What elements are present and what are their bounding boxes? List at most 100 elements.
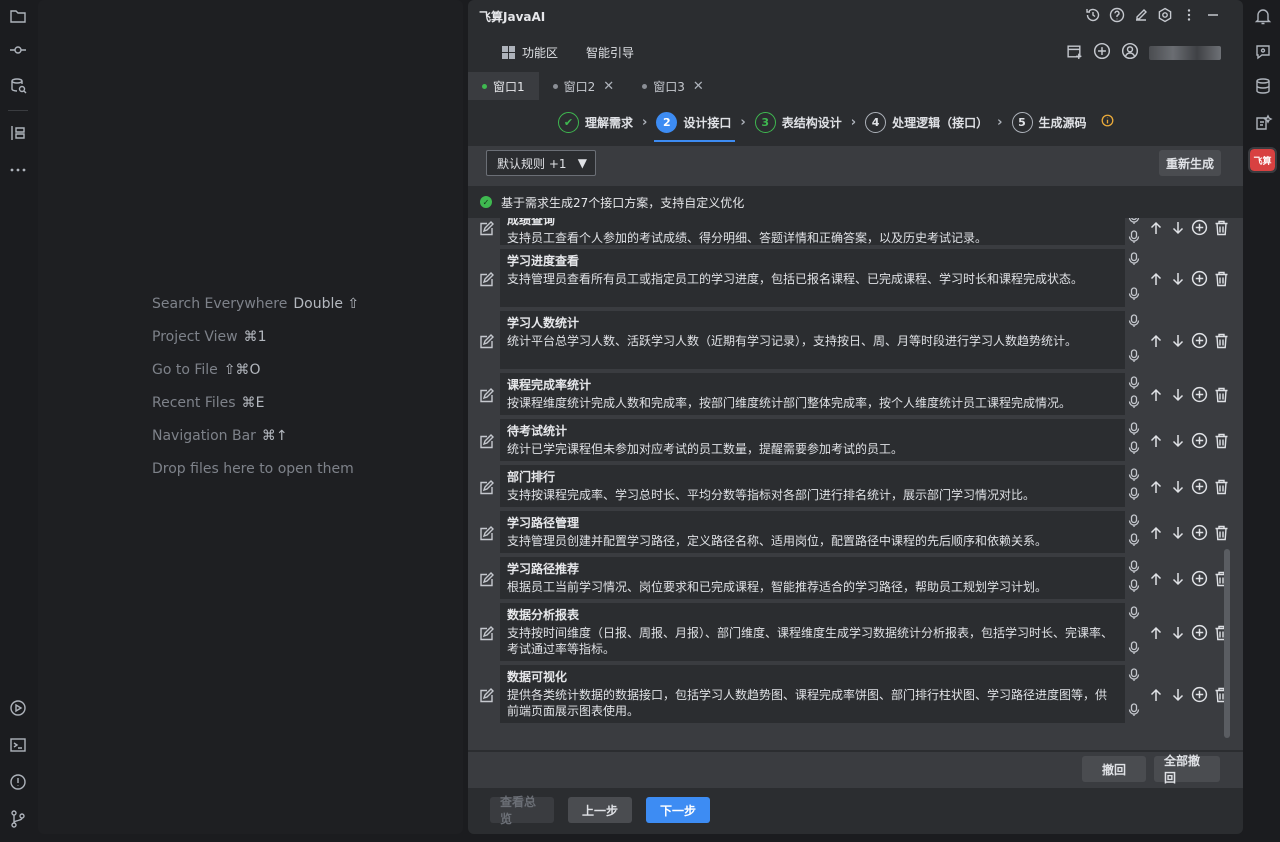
arrow-down-icon[interactable] — [1169, 624, 1186, 641]
microphone-icon[interactable] — [1128, 218, 1142, 229]
hint-navigation-bar[interactable]: Navigation Bar ⌘↑ — [152, 428, 288, 444]
microphone-icon[interactable] — [1128, 467, 1142, 486]
more-icon[interactable] — [8, 160, 28, 180]
notifications-icon[interactable] — [1253, 6, 1273, 26]
menu-features[interactable]: 功能区 — [502, 44, 558, 61]
arrow-down-icon[interactable] — [1169, 478, 1186, 495]
edit-item-icon[interactable] — [478, 221, 494, 237]
api-item-card[interactable]: 成绩查询 支持员工查看个人参加的考试成绩、得分明细、答题详情和正确答案，以及历史考… — [500, 218, 1125, 245]
arrow-down-icon[interactable] — [1169, 386, 1186, 403]
edit-item-icon[interactable] — [478, 526, 494, 542]
trash-icon[interactable] — [1213, 332, 1230, 349]
step-understand[interactable]: ✔ 理解需求 — [558, 108, 633, 136]
trash-icon[interactable] — [1213, 386, 1230, 403]
menu-guide[interactable]: 智能引导 — [586, 44, 634, 61]
scrollbar[interactable] — [1224, 549, 1230, 738]
microphone-icon[interactable] — [1128, 251, 1142, 270]
microphone-icon[interactable] — [1128, 286, 1142, 305]
help-icon[interactable] — [1108, 6, 1125, 23]
settings-icon[interactable] — [1156, 6, 1173, 23]
api-item-card[interactable]: 部门排行 支持按课程完成率、学习总时长、平均分数等指标对各部门进行排名统计，展示部… — [500, 465, 1125, 507]
add-icon[interactable] — [1093, 42, 1111, 64]
add-circle-icon[interactable] — [1191, 332, 1208, 349]
hint-recent-files[interactable]: Recent Files ⌘E — [152, 395, 264, 411]
microphone-icon[interactable] — [1128, 486, 1142, 505]
edit-item-icon[interactable] — [478, 434, 494, 450]
regenerate-button[interactable]: 重新生成 — [1158, 150, 1221, 176]
microphone-icon[interactable] — [1128, 440, 1142, 459]
git-branch-icon[interactable] — [8, 809, 28, 829]
microphone-icon[interactable] — [1128, 605, 1142, 624]
next-step-button[interactable]: 下一步 — [646, 797, 710, 823]
terminal-icon[interactable] — [8, 735, 28, 755]
arrow-down-icon[interactable] — [1169, 270, 1186, 287]
folder-icon[interactable] — [8, 6, 28, 26]
arrow-up-icon[interactable] — [1147, 624, 1164, 641]
arrow-up-icon[interactable] — [1147, 219, 1164, 236]
microphone-icon[interactable] — [1128, 421, 1142, 440]
arrow-down-icon[interactable] — [1169, 432, 1186, 449]
add-circle-icon[interactable] — [1191, 270, 1208, 287]
add-circle-icon[interactable] — [1191, 524, 1208, 541]
microphone-icon[interactable] — [1128, 640, 1142, 659]
add-circle-icon[interactable] — [1191, 624, 1208, 641]
api-item-card[interactable]: 待考试统计 统计已学完课程但未参加对应考试的员工数量，提醒需要参加考试的员工。 — [500, 419, 1125, 461]
api-item-card[interactable]: 数据可视化 提供各类统计数据的数据接口，包括学习人数趋势图、课程完成率饼图、部门排… — [500, 665, 1125, 723]
arrow-up-icon[interactable] — [1147, 386, 1164, 403]
ai-chat-icon[interactable] — [1253, 42, 1273, 62]
hint-project-view[interactable]: Project View ⌘1 — [152, 329, 267, 345]
undo-all-button[interactable]: 全部撤回 — [1154, 754, 1220, 785]
arrow-up-icon[interactable] — [1147, 332, 1164, 349]
new-window-icon[interactable] — [1066, 43, 1083, 64]
edit-item-icon[interactable] — [478, 388, 494, 404]
microphone-icon[interactable] — [1128, 559, 1142, 578]
trash-icon[interactable] — [1213, 270, 1230, 287]
user-avatar-icon[interactable] — [1121, 42, 1139, 64]
microphone-icon[interactable] — [1128, 702, 1142, 721]
ai-assistant-icon[interactable] — [1253, 113, 1273, 133]
step-table-design[interactable]: 3 表结构设计 — [754, 108, 842, 136]
microphone-icon[interactable] — [1128, 348, 1142, 367]
database-search-icon[interactable] — [8, 76, 28, 96]
edit-icon[interactable] — [1132, 6, 1149, 23]
arrow-down-icon[interactable] — [1169, 332, 1186, 349]
rule-select[interactable]: 默认规则 +1 ▼ — [486, 150, 596, 176]
tab-window3[interactable]: 窗口3 ✕ — [628, 72, 718, 100]
minimize-icon[interactable] — [1204, 6, 1221, 23]
prev-step-button[interactable]: 上一步 — [568, 797, 632, 823]
tab-window2[interactable]: 窗口2 ✕ — [539, 72, 629, 100]
feisuan-plugin-icon[interactable]: 飞算 — [1248, 147, 1277, 173]
edit-item-icon[interactable] — [478, 272, 494, 288]
add-circle-icon[interactable] — [1191, 219, 1208, 236]
microphone-icon[interactable] — [1128, 394, 1142, 413]
microphone-icon[interactable] — [1128, 667, 1142, 686]
add-circle-icon[interactable] — [1191, 570, 1208, 587]
trash-icon[interactable] — [1213, 432, 1230, 449]
add-circle-icon[interactable] — [1191, 432, 1208, 449]
arrow-up-icon[interactable] — [1147, 524, 1164, 541]
microphone-icon[interactable] — [1128, 229, 1142, 248]
hint-search-everywhere[interactable]: Search Everywhere Double ⇧ — [152, 296, 359, 312]
username-redacted[interactable] — [1149, 46, 1221, 60]
arrow-up-icon[interactable] — [1147, 270, 1164, 287]
trash-icon[interactable] — [1213, 219, 1230, 236]
api-item-card[interactable]: 学习进度查看 支持管理员查看所有员工或指定员工的学习进度，包括已报名课程、已完成课… — [500, 249, 1125, 307]
step-logic[interactable]: 4 处理逻辑（接口） — [865, 108, 988, 136]
add-circle-icon[interactable] — [1191, 686, 1208, 703]
run-icon[interactable] — [8, 698, 28, 718]
arrow-up-icon[interactable] — [1147, 478, 1164, 495]
database-icon[interactable] — [1253, 76, 1273, 96]
microphone-icon[interactable] — [1128, 532, 1142, 551]
edit-item-icon[interactable] — [478, 688, 494, 704]
arrow-down-icon[interactable] — [1169, 524, 1186, 541]
edit-item-icon[interactable] — [478, 480, 494, 496]
close-icon[interactable]: ✕ — [603, 79, 614, 94]
problems-icon[interactable] — [8, 772, 28, 792]
history-icon[interactable] — [1084, 6, 1101, 23]
edit-item-icon[interactable] — [478, 626, 494, 642]
api-item-card[interactable]: 课程完成率统计 按课程维度统计完成人数和完成率，按部门维度统计部门整体完成率，按个… — [500, 373, 1125, 415]
arrow-up-icon[interactable] — [1147, 570, 1164, 587]
preview-button[interactable]: 查看总览 — [490, 795, 554, 826]
arrow-down-icon[interactable] — [1169, 570, 1186, 587]
api-item-card[interactable]: 数据分析报表 支持按时间维度（日报、周报、月报）、部门维度、课程维度生成学习数据统… — [500, 603, 1125, 661]
